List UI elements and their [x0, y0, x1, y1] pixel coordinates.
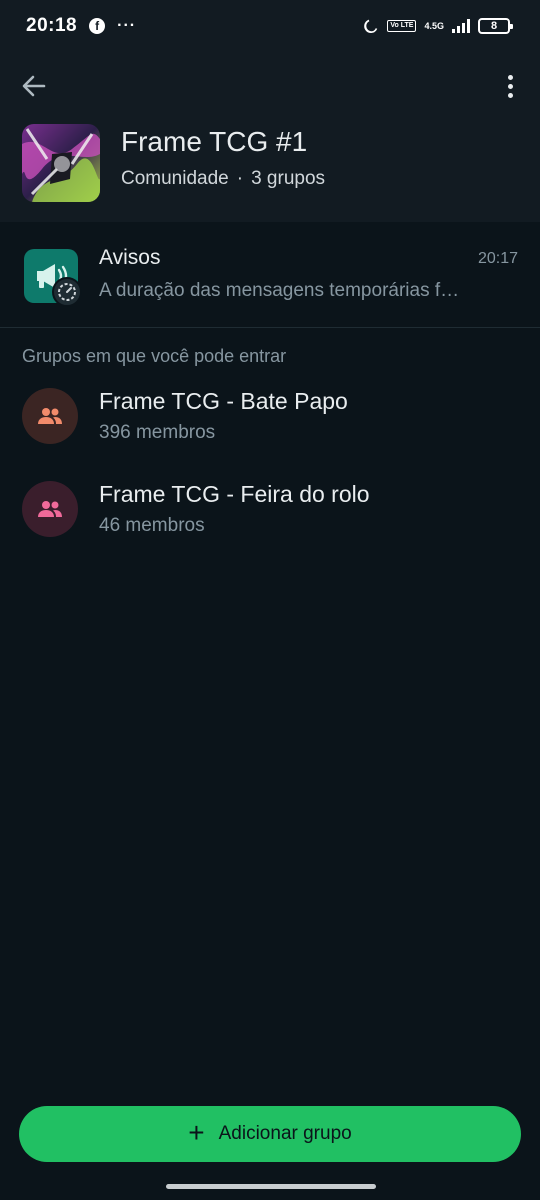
community-header: Frame TCG #1 Comunidade · 3 grupos: [0, 52, 540, 222]
facebook-icon: f: [89, 18, 106, 34]
group-row[interactable]: Frame TCG - Feira do rolo 46 membros: [0, 471, 540, 551]
add-group-label: Adicionar grupo: [218, 1123, 352, 1144]
community-type: Comunidade: [121, 168, 229, 189]
add-group-button[interactable]: + Adicionar grupo: [19, 1106, 521, 1162]
status-bar: 20:18 f ··· Vo LTE 4.5G 8: [0, 0, 540, 52]
back-arrow-icon[interactable]: [18, 72, 50, 100]
group-people-icon: [38, 408, 62, 424]
section-label: Grupos em que você pode entrar: [22, 346, 287, 366]
group-name: Frame TCG - Bate Papo: [99, 388, 348, 414]
status-time: 20:18: [26, 15, 78, 36]
network-type: 4.5G: [424, 20, 444, 31]
gesture-nav-handle[interactable]: [166, 1184, 376, 1189]
group-people-icon: [38, 501, 62, 517]
plus-icon: +: [188, 1117, 205, 1148]
subtitle-separator: ·: [236, 168, 244, 189]
community-title: Frame TCG #1: [121, 126, 308, 157]
group-name: Frame TCG - Feira do rolo: [99, 481, 370, 507]
announcements-row[interactable]: Avisos 20:17 A duração das mensagens tem…: [0, 222, 540, 328]
battery-icon: 8: [478, 18, 513, 34]
community-screen: 20:18 f ··· Vo LTE 4.5G 8 Frame TCG #1 C…: [0, 0, 540, 1200]
signal-icon: [452, 19, 470, 33]
group-row[interactable]: Frame TCG - Bate Papo 396 membros: [0, 378, 540, 458]
announcements-name: Avisos: [99, 246, 161, 269]
group-avatar: [22, 388, 78, 444]
community-group-count: 3 grupos: [251, 168, 326, 189]
group-member-count: 396 membros: [99, 422, 216, 443]
disappearing-timer-icon: [52, 277, 82, 307]
volte-icon: Vo LTE: [387, 20, 417, 32]
more-options-icon[interactable]: [500, 72, 520, 100]
group-avatar: [22, 481, 78, 537]
group-member-count: 46 membros: [99, 515, 205, 536]
announcements-last-message: A duração das mensagens temporárias f…: [99, 280, 460, 301]
community-avatar[interactable]: [22, 124, 100, 202]
moon-icon: [364, 19, 378, 33]
more-notifications-icon: ···: [117, 17, 137, 34]
battery-level: 8: [490, 20, 498, 32]
community-subtitle: Comunidade · 3 grupos: [121, 168, 325, 190]
announcements-time: 20:17: [477, 250, 518, 267]
